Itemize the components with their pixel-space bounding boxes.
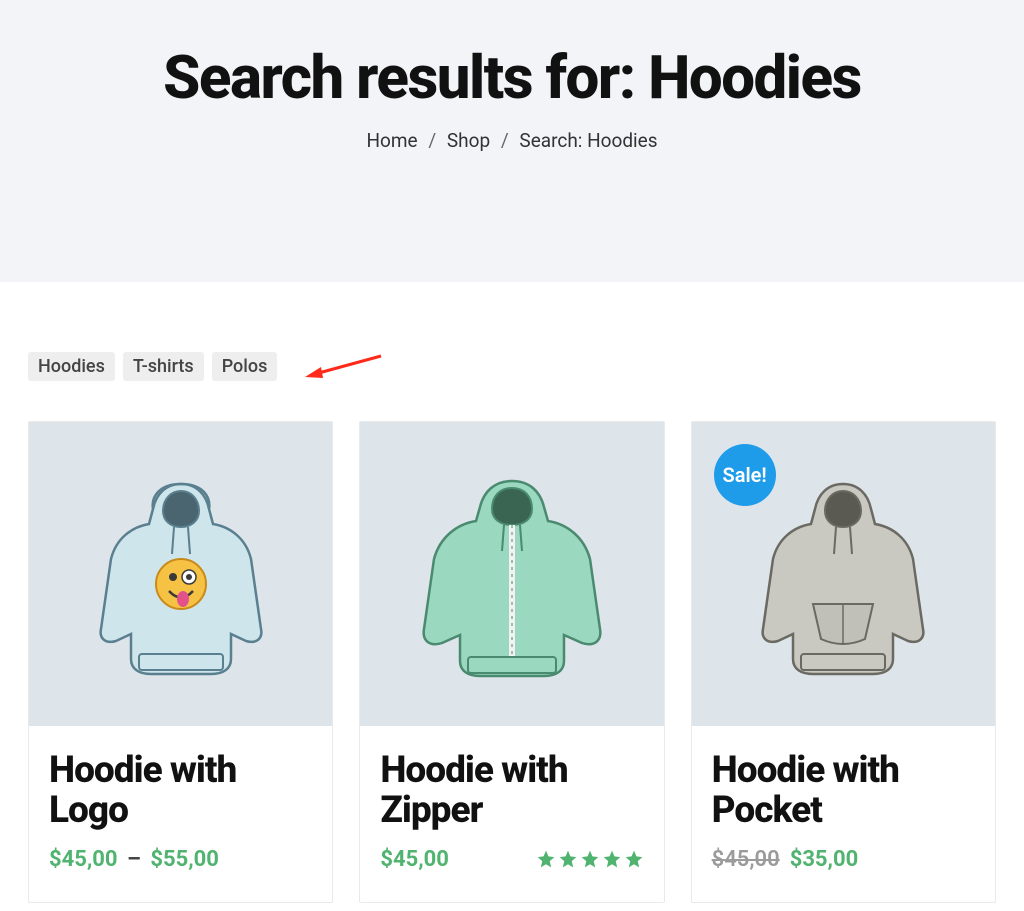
star-icon xyxy=(536,849,556,869)
breadcrumb-shop[interactable]: Shop xyxy=(447,129,490,152)
product-title: Hoodie with Logo xyxy=(49,751,312,831)
product-info: Hoodie with Logo $45,00 – $55,00 xyxy=(29,726,332,902)
product-price: $45,00 – $55,00 xyxy=(49,847,219,872)
product-title: Hoodie with Zipper xyxy=(380,751,643,831)
sale-badge: Sale! xyxy=(714,444,776,506)
filter-pills: Hoodies T-shirts Polos xyxy=(28,352,996,381)
breadcrumb-current: Search: Hoodies xyxy=(519,129,657,152)
product-info: Hoodie with Pocket $45,00$35,00 xyxy=(692,726,995,902)
star-icon xyxy=(580,849,600,869)
breadcrumb: Home / Shop / Search: Hoodies xyxy=(20,129,1004,152)
product-title: Hoodie with Pocket xyxy=(712,751,975,831)
star-icon xyxy=(558,849,578,869)
product-card[interactable]: Sale! Hoodie with Pocket $45,00$35,00 xyxy=(691,421,996,903)
product-image xyxy=(29,422,332,726)
arrow-annotation-icon xyxy=(303,350,383,386)
page-header: Search results for: Hoodies Home / Shop … xyxy=(0,0,1024,282)
filter-pill-tshirts[interactable]: T-shirts xyxy=(123,352,204,381)
page-title: Search results for: Hoodies xyxy=(20,46,1004,109)
product-image: Sale! xyxy=(692,422,995,726)
breadcrumb-separator: / xyxy=(501,129,509,152)
product-card[interactable]: Hoodie with Zipper $45,00 xyxy=(359,421,664,903)
filter-pill-polos[interactable]: Polos xyxy=(212,352,278,381)
product-rating xyxy=(536,849,644,869)
product-price: $45,00 xyxy=(380,847,449,872)
product-grid: Hoodie with Logo $45,00 – $55,00 xyxy=(28,421,996,903)
product-price: $45,00$35,00 xyxy=(712,847,859,872)
breadcrumb-separator: / xyxy=(428,129,436,152)
product-card[interactable]: Hoodie with Logo $45,00 – $55,00 xyxy=(28,421,333,903)
hoodie-illustration-icon xyxy=(412,469,612,679)
filter-pill-hoodies[interactable]: Hoodies xyxy=(28,352,115,381)
hoodie-illustration-icon xyxy=(81,469,281,679)
product-info: Hoodie with Zipper $45,00 xyxy=(360,726,663,902)
star-icon xyxy=(624,849,644,869)
breadcrumb-home[interactable]: Home xyxy=(366,129,417,152)
hoodie-illustration-icon xyxy=(743,469,943,679)
star-icon xyxy=(602,849,622,869)
product-image xyxy=(360,422,663,726)
